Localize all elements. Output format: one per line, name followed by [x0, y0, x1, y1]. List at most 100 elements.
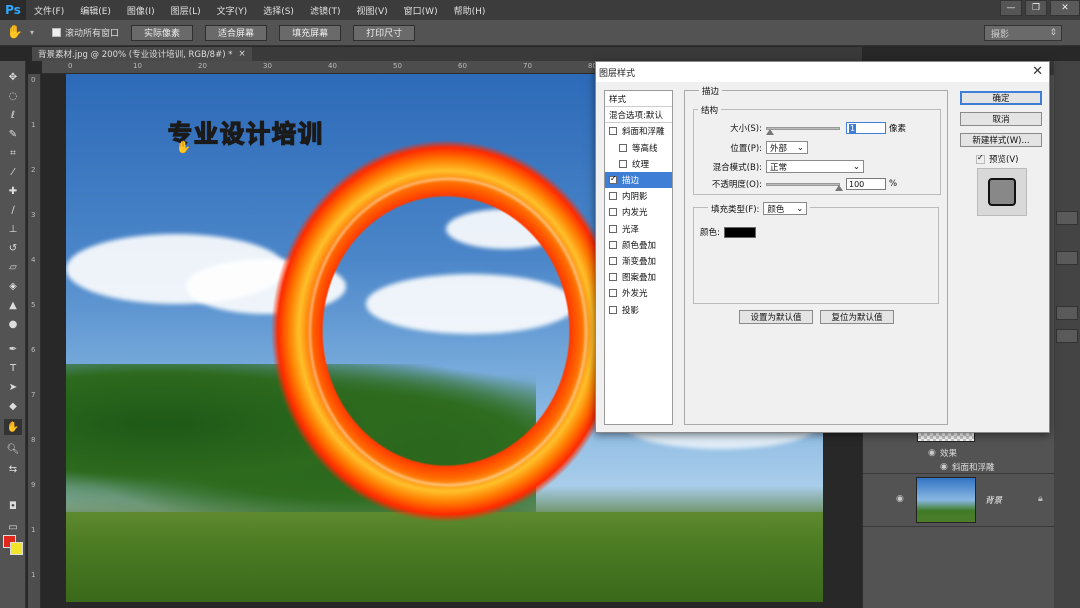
style-item[interactable]: 描边: [605, 171, 672, 189]
pen-tool-icon[interactable]: ✒: [4, 341, 22, 357]
fill-type-select[interactable]: 颜色 ⌄: [763, 202, 808, 215]
preview-checkbox[interactable]: 预览(V): [976, 153, 1018, 165]
crop-tool-icon[interactable]: ⌗: [4, 145, 22, 161]
shape-tool-icon[interactable]: ◆: [4, 398, 22, 414]
menu-item[interactable]: 帮助(H): [446, 4, 494, 17]
cancel-button[interactable]: 取消: [960, 112, 1042, 126]
quick-select-tool-icon[interactable]: ✎: [4, 126, 22, 142]
style-checkbox-icon[interactable]: [609, 127, 617, 136]
style-checkbox-icon[interactable]: [609, 224, 617, 233]
opacity-input[interactable]: 100: [846, 178, 886, 190]
menu-item[interactable]: 文字(Y): [209, 4, 256, 17]
hand-tool-icon[interactable]: ✋: [0, 25, 30, 40]
print-size-button[interactable]: 打印尺寸: [353, 24, 416, 41]
tab-close-icon[interactable]: ×: [238, 49, 245, 59]
hand-tool-button-icon[interactable]: ✋: [4, 419, 22, 435]
path-select-tool-icon[interactable]: ➤: [4, 379, 22, 395]
panel-dropdown[interactable]: [1056, 211, 1078, 225]
move-tool-icon[interactable]: ✥: [4, 69, 22, 85]
panel-dropdown[interactable]: [1056, 329, 1078, 343]
style-checkbox-icon[interactable]: [609, 174, 617, 185]
style-checkbox-icon[interactable]: [619, 143, 627, 152]
style-checkbox-icon[interactable]: [609, 273, 617, 282]
scroll-all-windows-checkbox[interactable]: 滚动所有窗口: [52, 26, 119, 39]
menu-item[interactable]: 图层(L): [163, 4, 209, 17]
fill-screen-button[interactable]: 填充屏幕: [279, 24, 342, 41]
panel-dropdown[interactable]: [1056, 306, 1078, 320]
style-checkbox-icon[interactable]: [609, 256, 617, 265]
slider-handle[interactable]: [766, 128, 774, 135]
menu-item[interactable]: 滤镜(T): [302, 4, 349, 17]
style-item[interactable]: 内阴影: [605, 188, 672, 204]
eyedropper-tool-icon[interactable]: ⁄: [4, 164, 22, 180]
close-window-button[interactable]: ✕: [1050, 0, 1080, 16]
eraser-tool-icon[interactable]: ▱: [4, 259, 22, 275]
panel-dropdown[interactable]: [1056, 251, 1078, 265]
styles-header[interactable]: 样式: [605, 91, 672, 108]
lasso-tool-icon[interactable]: ℓ: [4, 107, 22, 123]
checkbox-icon[interactable]: [52, 28, 62, 37]
workspace-select[interactable]: 摄影 ⇕: [984, 25, 1062, 41]
background-layer-thumbnail[interactable]: [916, 477, 976, 523]
style-checkbox-icon[interactable]: [609, 208, 617, 217]
layer-effects-row[interactable]: ◉ 效果: [928, 447, 1080, 459]
dialog-close-icon[interactable]: ✕: [1032, 64, 1043, 79]
minimize-button[interactable]: —: [1000, 0, 1022, 16]
style-checkbox-icon[interactable]: [609, 240, 617, 249]
menu-item[interactable]: 文件(F): [26, 4, 72, 17]
marquee-tool-icon[interactable]: ◌: [4, 88, 22, 104]
set-default-button[interactable]: 设置为默认值: [739, 310, 813, 324]
blend-options-item[interactable]: 混合选项:默认: [605, 107, 672, 124]
eye-icon[interactable]: ◉: [940, 462, 952, 472]
style-item[interactable]: 图案叠加: [605, 269, 672, 285]
checkbox-icon[interactable]: [976, 153, 985, 164]
healing-brush-tool-icon[interactable]: ✚: [4, 183, 22, 199]
fit-screen-button[interactable]: 适合屏幕: [205, 24, 268, 41]
document-tab[interactable]: 背景素材.jpg @ 200% (专业设计培训, RGB/8#) * ×: [32, 47, 252, 61]
menu-item[interactable]: 选择(S): [255, 4, 302, 17]
history-brush-tool-icon[interactable]: ↺: [4, 240, 22, 256]
style-checkbox-icon[interactable]: [609, 192, 617, 201]
quick-mask-icon[interactable]: ◘: [4, 498, 22, 514]
slider-handle[interactable]: [835, 184, 843, 191]
eye-icon[interactable]: ◉: [896, 494, 904, 504]
size-input[interactable]: 1: [846, 122, 886, 134]
opacity-slider[interactable]: [766, 182, 843, 191]
clone-stamp-tool-icon[interactable]: ⊥: [4, 221, 22, 237]
type-tool-icon[interactable]: T: [4, 360, 22, 376]
style-checkbox-icon[interactable]: [609, 305, 617, 314]
menu-item[interactable]: 图像(I): [119, 4, 163, 17]
style-item[interactable]: 内发光: [605, 204, 672, 220]
restore-button[interactable]: ❐: [1025, 0, 1047, 16]
eye-icon[interactable]: ◉: [928, 448, 940, 458]
style-item[interactable]: 投影: [605, 301, 672, 317]
ok-button[interactable]: 确定: [960, 91, 1042, 105]
size-slider[interactable]: [766, 126, 840, 135]
background-layer-name[interactable]: 背景: [985, 494, 1002, 506]
zoom-tool-icon[interactable]: 🔍︎: [4, 441, 22, 457]
background-color-swatch[interactable]: [10, 542, 23, 555]
actual-pixels-button[interactable]: 实际像素: [131, 24, 194, 41]
style-item[interactable]: 等高线: [605, 140, 672, 156]
style-item[interactable]: 光泽: [605, 221, 672, 237]
dodge-tool-icon[interactable]: ●: [4, 316, 22, 332]
new-style-button[interactable]: 新建样式(W)...: [960, 133, 1042, 147]
style-checkbox-icon[interactable]: [609, 289, 617, 298]
position-select[interactable]: 外部 ⌄: [766, 141, 808, 154]
style-checkbox-icon[interactable]: [619, 159, 627, 168]
style-item[interactable]: 纹理: [605, 156, 672, 172]
screen-mode-icon[interactable]: ▭: [4, 519, 22, 535]
paint-bucket-tool-icon[interactable]: ◈: [4, 278, 22, 294]
dialog-title-bar[interactable]: 图层样式: [596, 62, 1049, 82]
menu-item[interactable]: 视图(V): [348, 4, 395, 17]
style-item[interactable]: 外发光: [605, 285, 672, 301]
stroke-color-swatch[interactable]: [723, 226, 756, 238]
menu-item[interactable]: 编辑(E): [72, 4, 119, 17]
brush-tool-icon[interactable]: ∕: [4, 202, 22, 218]
layer-bevel-effect-row[interactable]: ◉ 斜面和浮雕: [940, 461, 1080, 473]
reset-default-button[interactable]: 复位为默认值: [820, 310, 894, 324]
style-item[interactable]: 斜面和浮雕: [605, 123, 672, 139]
blur-tool-icon[interactable]: ▲: [4, 297, 22, 313]
style-item[interactable]: 渐变叠加: [605, 253, 672, 269]
menu-item[interactable]: 窗口(W): [396, 4, 446, 17]
